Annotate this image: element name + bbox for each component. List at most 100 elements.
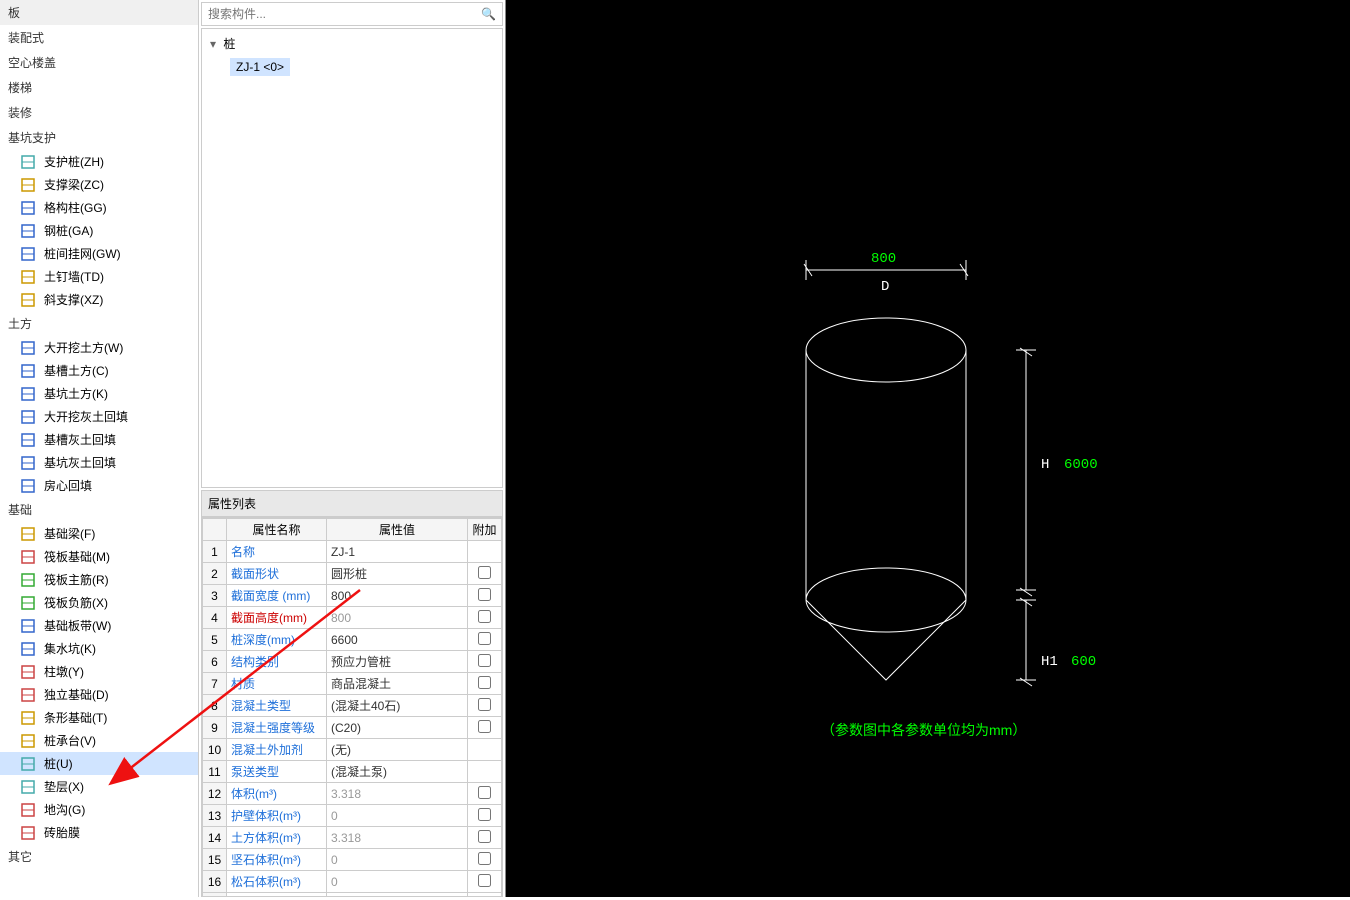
tree-item[interactable]: 房心回填 (0, 474, 198, 497)
tree-item[interactable]: 基础梁(F) (0, 522, 198, 545)
tree-item[interactable]: 砖胎膜 (0, 821, 198, 844)
prop-value[interactable]: 0 (327, 849, 468, 871)
tree-item[interactable]: 大开挖土方(W) (0, 336, 198, 359)
tree-item[interactable]: 支撑梁(ZC) (0, 173, 198, 196)
search-box[interactable]: 🔍 (201, 2, 503, 26)
tree-item[interactable]: 桩间挂网(GW) (0, 242, 198, 265)
tree-item[interactable]: 桩承台(V) (0, 729, 198, 752)
steel-icon (20, 223, 36, 239)
search-input[interactable] (208, 7, 481, 21)
extra-checkbox[interactable] (478, 632, 491, 645)
prop-value[interactable]: 预应力管桩 (327, 651, 468, 673)
extra-checkbox[interactable] (478, 808, 491, 821)
prop-value[interactable]: 3.318 (327, 783, 468, 805)
property-row[interactable]: 8混凝土类型(混凝土40石) (203, 695, 502, 717)
property-row[interactable]: 17松土体积(m³)0 (203, 893, 502, 898)
property-row[interactable]: 9混凝土强度等级(C20) (203, 717, 502, 739)
tree-item[interactable]: 格构柱(GG) (0, 196, 198, 219)
drawing-viewport[interactable]: 800 D H 6000 H1 600 （参数图中各参数单位均为mm） (506, 0, 1350, 897)
property-row[interactable]: 14土方体积(m³)3.318 (203, 827, 502, 849)
prop-name: 混凝土强度等级 (227, 717, 327, 739)
tree-item[interactable]: 垫层(X) (0, 775, 198, 798)
tree-item[interactable]: 桩(U) (0, 752, 198, 775)
prop-extra-cell (468, 805, 502, 827)
property-row[interactable]: 16松石体积(m³)0 (203, 871, 502, 893)
prop-value[interactable]: 800 (327, 585, 468, 607)
category-其它[interactable]: 其它 (0, 844, 198, 869)
property-row[interactable]: 2截面形状圆形桩 (203, 563, 502, 585)
prop-value[interactable]: 0 (327, 805, 468, 827)
tree-item[interactable]: 基坑土方(K) (0, 382, 198, 405)
prop-value[interactable]: 0 (327, 893, 468, 898)
prop-value[interactable]: 圆形桩 (327, 563, 468, 585)
row-number: 15 (203, 849, 227, 871)
tree-item[interactable]: 集水坑(K) (0, 637, 198, 660)
prop-value[interactable]: 商品混凝土 (327, 673, 468, 695)
tree-item[interactable]: 基坑灰土回填 (0, 451, 198, 474)
extra-checkbox[interactable] (478, 720, 491, 733)
prop-value[interactable]: (混凝土40石) (327, 695, 468, 717)
extra-checkbox[interactable] (478, 786, 491, 799)
tree-item[interactable]: 筏板基础(M) (0, 545, 198, 568)
property-row[interactable]: 15坚石体积(m³)0 (203, 849, 502, 871)
tree-item-label: 地沟(G) (44, 801, 85, 818)
property-row[interactable]: 6结构类别预应力管桩 (203, 651, 502, 673)
category-楼梯[interactable]: 楼梯 (0, 75, 198, 100)
prop-value[interactable]: ZJ-1 (327, 541, 468, 563)
tree-item[interactable]: 柱墩(Y) (0, 660, 198, 683)
tree-item[interactable]: 筏板主筋(R) (0, 568, 198, 591)
extra-checkbox[interactable] (478, 852, 491, 865)
tree-item[interactable]: 土钉墙(TD) (0, 265, 198, 288)
tree-item[interactable]: 条形基础(T) (0, 706, 198, 729)
bed-icon (20, 779, 36, 795)
property-row[interactable]: 5桩深度(mm)6600 (203, 629, 502, 651)
prop-value[interactable]: 0 (327, 871, 468, 893)
category-土方[interactable]: 土方 (0, 311, 198, 336)
property-row[interactable]: 13护壁体积(m³)0 (203, 805, 502, 827)
tree-item[interactable]: 基槽灰土回填 (0, 428, 198, 451)
prop-value[interactable]: 3.318 (327, 827, 468, 849)
property-row[interactable]: 4截面高度(mm)800 (203, 607, 502, 629)
category-空心楼盖[interactable]: 空心楼盖 (0, 50, 198, 75)
property-row[interactable]: 10混凝土外加剂(无) (203, 739, 502, 761)
tree-item-label: 筏板基础(M) (44, 548, 110, 565)
category-基础[interactable]: 基础 (0, 497, 198, 522)
extra-checkbox[interactable] (478, 566, 491, 579)
tree-item[interactable]: 独立基础(D) (0, 683, 198, 706)
property-row[interactable]: 12体积(m³)3.318 (203, 783, 502, 805)
extra-checkbox[interactable] (478, 698, 491, 711)
tree-item[interactable]: 支护桩(ZH) (0, 150, 198, 173)
property-row[interactable]: 1名称ZJ-1 (203, 541, 502, 563)
prop-value[interactable]: (C20) (327, 717, 468, 739)
row-number: 5 (203, 629, 227, 651)
prop-value[interactable]: 800 (327, 607, 468, 629)
tree-item[interactable]: 大开挖灰土回填 (0, 405, 198, 428)
category-板[interactable]: 板 (0, 0, 198, 25)
category-装配式[interactable]: 装配式 (0, 25, 198, 50)
prop-value[interactable]: 6600 (327, 629, 468, 651)
prop-value[interactable]: (无) (327, 739, 468, 761)
extra-checkbox[interactable] (478, 610, 491, 623)
extra-checkbox[interactable] (478, 874, 491, 887)
category-基坑支护[interactable]: 基坑支护 (0, 125, 198, 150)
tree-item[interactable]: 筏板负筋(X) (0, 591, 198, 614)
property-row[interactable]: 7材质商品混凝土 (203, 673, 502, 695)
extra-checkbox[interactable] (478, 654, 491, 667)
category-装修[interactable]: 装修 (0, 100, 198, 125)
extra-checkbox[interactable] (478, 830, 491, 843)
tree-item[interactable]: 斜支撑(XZ) (0, 288, 198, 311)
extra-checkbox[interactable] (478, 676, 491, 689)
extra-checkbox[interactable] (478, 588, 491, 601)
property-row[interactable]: 3截面宽度 (mm)800 (203, 585, 502, 607)
tree-root-node[interactable]: ▾ 桩 (206, 33, 498, 54)
property-row[interactable]: 11泵送类型(混凝土泵) (203, 761, 502, 783)
tree-item[interactable]: 钢桩(GA) (0, 219, 198, 242)
search-icon[interactable]: 🔍 (481, 7, 496, 21)
tree-item[interactable]: 基槽土方(C) (0, 359, 198, 382)
brace-icon (20, 292, 36, 308)
tree-item[interactable]: 地沟(G) (0, 798, 198, 821)
tree-child-node[interactable]: ZJ-1 <0> (230, 58, 290, 76)
prop-name: 截面形状 (227, 563, 327, 585)
tree-item[interactable]: 基础板带(W) (0, 614, 198, 637)
prop-value[interactable]: (混凝土泵) (327, 761, 468, 783)
